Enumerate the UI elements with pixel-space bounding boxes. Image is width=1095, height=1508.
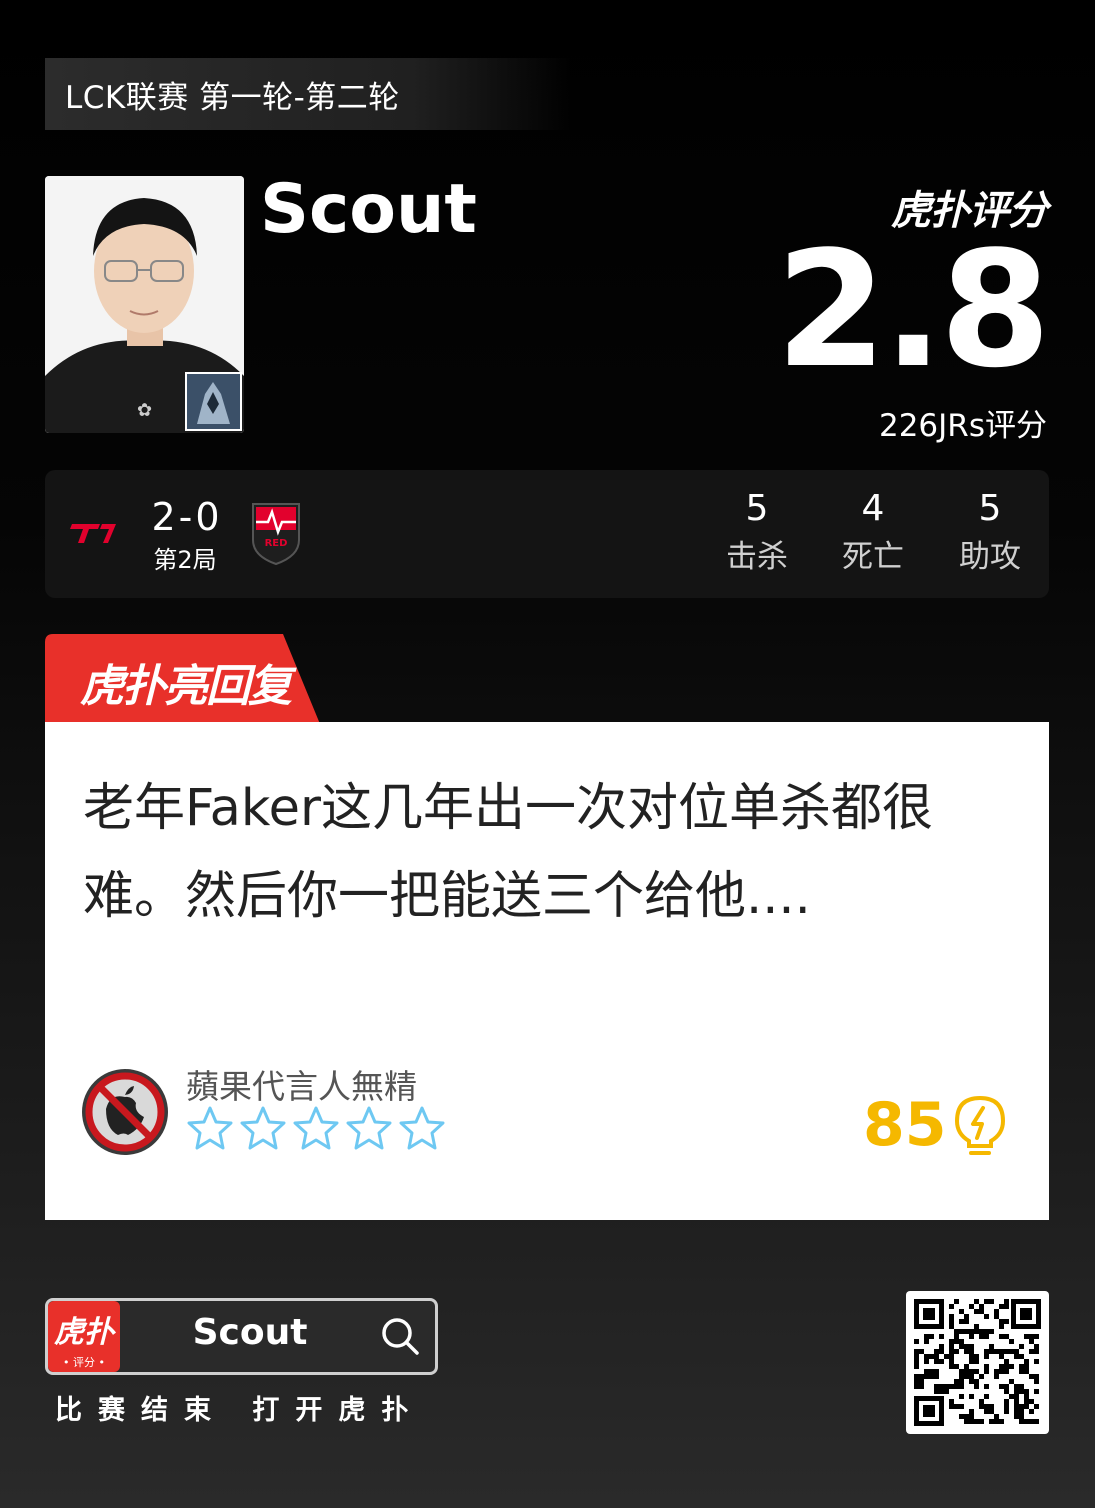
stat-deaths-label: 死亡	[842, 539, 904, 575]
match-score: 2-0	[151, 495, 223, 539]
star-icon	[293, 1106, 339, 1150]
star-icon	[240, 1106, 286, 1150]
svg-text:RED: RED	[265, 538, 288, 549]
app-icon-sublabel: • 评分 •	[63, 1356, 105, 1369]
star-icon	[346, 1106, 392, 1150]
rating-score: 2.8	[775, 216, 1051, 403]
stat-kills: 5 击杀	[712, 488, 802, 576]
red-force-logo-icon: RED	[250, 500, 302, 570]
stat-kills-value: 5	[745, 488, 769, 529]
league-title: LCK联赛 第一轮-第二轮	[65, 79, 400, 116]
league-banner: LCK联赛 第一轮-第二轮	[45, 58, 570, 130]
stat-deaths: 4 死亡	[828, 488, 918, 576]
stat-assists-label: 助攻	[959, 539, 1021, 575]
footer-caption: 比赛结束 打开虎扑	[55, 1395, 425, 1426]
star-icon	[187, 1106, 233, 1150]
rating-count: 226JRs评分	[878, 408, 1047, 444]
player-name: Scout	[260, 170, 477, 249]
comment-text: 老年Faker这几年出一次对位单杀都很难。然后你一把能送三个给他....	[83, 779, 933, 926]
champion-thumbnail	[185, 372, 242, 431]
qr-code[interactable]	[906, 1291, 1049, 1434]
stat-kills-label: 击杀	[726, 539, 788, 575]
stat-assists: 5 助攻	[945, 488, 1035, 576]
stat-assists-value: 5	[978, 488, 1002, 529]
user-avatar[interactable]	[80, 1067, 170, 1157]
highlight-reply-label: 虎扑亮回复	[80, 661, 292, 712]
svg-text:✿: ✿	[137, 400, 152, 421]
comment-username[interactable]: 蘋果代言人無精	[186, 1060, 417, 1108]
star-icon	[399, 1106, 445, 1150]
lightbulb-like-icon[interactable]	[951, 1094, 1009, 1158]
app-icon-label: 虎扑	[54, 1315, 114, 1350]
search-icon[interactable]	[380, 1316, 420, 1360]
stat-deaths-value: 4	[861, 488, 885, 529]
t1-logo-icon	[70, 518, 120, 552]
game-number: 第2局	[153, 546, 217, 574]
user-star-rating	[186, 1105, 446, 1151]
like-count: 85	[863, 1090, 947, 1160]
search-query: Scout	[192, 1312, 308, 1353]
